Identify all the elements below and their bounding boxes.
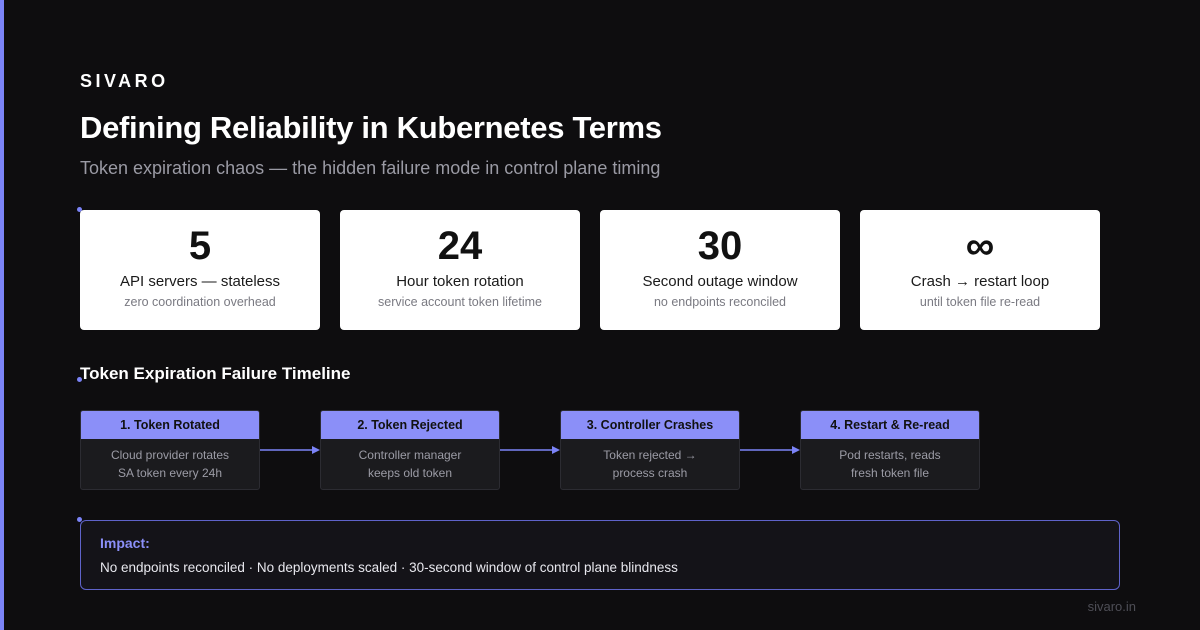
timeline-step-line: fresh token file — [850, 466, 930, 480]
timeline-step-line: process crash — [612, 466, 688, 480]
timeline-title: Token Expiration Failure Timeline — [80, 364, 351, 383]
stat-card: 5 API servers — stateless zero coordinat… — [80, 210, 320, 330]
stat-card: 30 Second outage window no endpoints rec… — [600, 210, 840, 330]
timeline-step-line: keeps old token — [367, 466, 453, 480]
arrow-right-icon — [740, 446, 800, 454]
page-subtitle: Token expiration chaos — the hidden fail… — [80, 158, 661, 178]
footer-url: sivaro.in — [1087, 599, 1136, 614]
timeline-step-line: Cloud provider rotates — [110, 448, 230, 462]
timeline-step-desc: Token rejected → process crash — [561, 439, 739, 482]
stat-label: Second outage window — [642, 273, 798, 290]
arrow-right-icon — [500, 446, 560, 454]
arrow-right-icon — [260, 446, 320, 454]
timeline-step: 2. Token Rejected Controller manager kee… — [320, 410, 500, 490]
stat-label: API servers — stateless — [119, 273, 281, 290]
timeline-step-line: Controller manager — [358, 448, 462, 462]
timeline-step: 3. Controller Crashes Token rejected → p… — [560, 410, 740, 490]
stat-label: Hour token rotation — [396, 273, 524, 290]
stat-sublabel: zero coordination overhead — [124, 295, 276, 309]
accent-bar — [0, 0, 4, 630]
timeline-step-title: 1. Token Rotated — [81, 411, 259, 439]
page-title: Defining Reliability in Kubernetes Terms — [80, 110, 662, 145]
timeline-step-line: Token rejected → — [603, 448, 697, 462]
stat-sublabel: until token file re-read — [919, 295, 1041, 309]
timeline-step-line: Pod restarts, reads — [839, 448, 941, 462]
timeline-step-line: SA token every 24h — [117, 466, 223, 480]
stat-sublabel: service account token lifetime — [378, 295, 542, 309]
stat-sublabel: no endpoints reconciled — [653, 295, 787, 309]
timeline-step-title: 3. Controller Crashes — [561, 411, 739, 439]
impact-text: No endpoints reconciled · No deployments… — [100, 560, 678, 575]
stat-value: ∞ — [965, 224, 995, 268]
timeline-step-title: 4. Restart & Re-read — [801, 411, 979, 439]
stat-card: 24 Hour token rotation service account t… — [340, 210, 580, 330]
brand-logo: SIVARO — [80, 71, 169, 91]
impact-label: Impact: — [100, 535, 150, 551]
stat-value: 5 — [188, 224, 212, 268]
stat-label: Crash → restart loop — [910, 273, 1050, 290]
timeline-step-desc: Cloud provider rotates SA token every 24… — [81, 439, 259, 482]
stat-value: 30 — [697, 224, 743, 268]
stat-card: ∞ Crash → restart loop until token file … — [860, 210, 1100, 330]
stat-value: 24 — [437, 224, 483, 268]
timeline-step-desc: Controller manager keeps old token — [321, 439, 499, 482]
impact-box: Impact: No endpoints reconciled · No dep… — [80, 520, 1120, 590]
timeline-step: 1. Token Rotated Cloud provider rotates … — [80, 410, 260, 490]
timeline-step: 4. Restart & Re-read Pod restarts, reads… — [800, 410, 980, 490]
timeline-step-title: 2. Token Rejected — [321, 411, 499, 439]
timeline-step-desc: Pod restarts, reads fresh token file — [801, 439, 979, 482]
